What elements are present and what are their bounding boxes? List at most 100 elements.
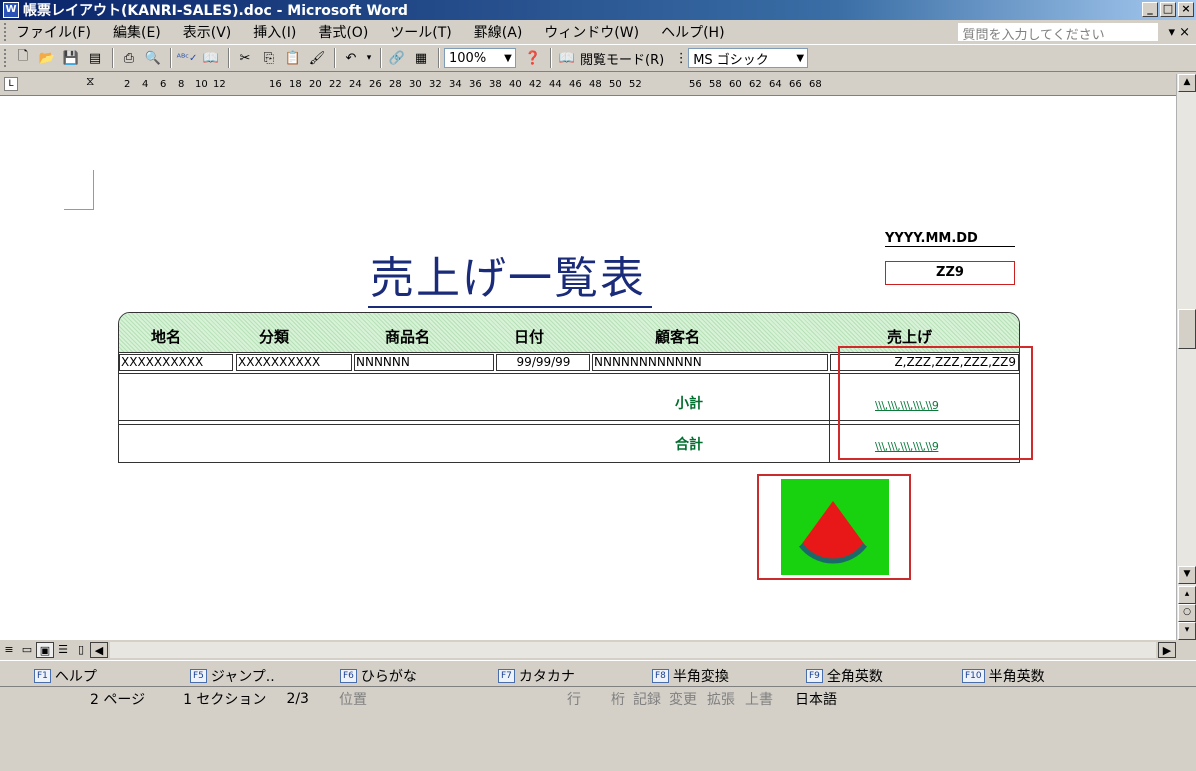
hyperlink-icon[interactable]: 🔗 — [386, 47, 408, 69]
vertical-scrollbar[interactable]: ▲ ▼ ▴ ○ ▾ — [1176, 74, 1196, 640]
function-key-badge: F1 — [34, 669, 51, 683]
scroll-left-button[interactable]: ◀ — [90, 642, 108, 658]
help-icon[interactable]: ❓ — [522, 47, 544, 69]
print-icon[interactable]: ⎙ — [118, 47, 140, 69]
browse-object-button[interactable]: ○ — [1178, 604, 1196, 622]
subtotal-label: 小計 — [675, 396, 703, 412]
function-key-f10[interactable]: F10 半角英数 — [962, 666, 1045, 686]
ruler-tick: 22 — [329, 79, 342, 90]
normal-view-icon[interactable]: ≡ — [0, 642, 18, 658]
menu-table[interactable]: 罫線(A) — [474, 22, 523, 42]
ruler-tick: 4 — [142, 79, 149, 90]
close-button[interactable]: × — [1178, 2, 1194, 17]
chevron-down-icon: ▼ — [796, 52, 805, 64]
outline-view-icon[interactable]: ☰ — [54, 642, 72, 658]
scroll-down-button[interactable]: ▼ — [1178, 566, 1196, 584]
print-layout-icon[interactable]: ▣ — [36, 642, 54, 658]
function-key-label: カタカナ — [518, 669, 575, 685]
reading-mode-icon[interactable]: 📖 — [556, 47, 578, 69]
tab-selector-icon[interactable]: L — [4, 77, 18, 91]
toolbar-grip[interactable] — [4, 23, 10, 41]
new-document-icon[interactable]: 🗋 — [12, 47, 34, 69]
function-key-f9[interactable]: F9 全角英数 — [806, 666, 883, 686]
toolbar-grip[interactable] — [4, 49, 8, 67]
status-position: 位置 — [338, 691, 367, 708]
ruler-tick: 6 — [160, 79, 167, 90]
toolbar-separator — [550, 48, 552, 68]
reading-mode-button[interactable]: 閲覧モード(R) — [580, 49, 664, 68]
undo-icon[interactable]: ↶ — [340, 47, 362, 69]
ruler-tick: 48 — [589, 79, 602, 90]
function-key-bar: F1 ヘルプ F5 ジャンプ.. F6 ひらがな F7 カタカナ F8 半角変換 F9 全角英数 F10… — [0, 660, 1196, 686]
cut-icon[interactable]: ✂ — [234, 47, 256, 69]
function-key-f8[interactable]: F8 半角変換 — [652, 666, 729, 686]
previous-page-button[interactable]: ▴ — [1178, 586, 1196, 604]
ruler-tick: 20 — [309, 79, 322, 90]
document-page[interactable]: 売上げ一覧表 YYYY.MM.DD ZZ9 地名 分類 商品名 日付 顧客名 売… — [0, 96, 1176, 640]
font-value: MS ゴシック — [693, 52, 769, 68]
zoom-value: 100% — [449, 50, 487, 66]
cell-customer: NNNNNNNNNNNN — [592, 354, 828, 371]
research-icon[interactable]: 📖 — [200, 47, 222, 69]
menu-view[interactable]: 表示(V) — [183, 22, 232, 42]
status-section: 1 セクション — [183, 691, 267, 708]
menu-help[interactable]: ヘルプ(H) — [661, 22, 724, 42]
menu-format[interactable]: 書式(O) — [318, 22, 368, 42]
menu-window[interactable]: ウィンドウ(W) — [544, 22, 639, 42]
function-key-badge: F8 — [652, 669, 669, 683]
zoom-select[interactable]: 100% ▼ — [444, 48, 516, 68]
status-ovr[interactable]: 上書 — [745, 689, 773, 709]
header-date: 日付 — [514, 328, 545, 346]
sales-column-highlight — [838, 346, 1033, 460]
next-page-button[interactable]: ▾ — [1178, 622, 1196, 640]
table-icon[interactable]: ▦ — [410, 47, 432, 69]
header-product: 商品名 — [385, 328, 431, 346]
font-select[interactable]: MS ゴシック ▼ — [688, 48, 809, 68]
spelling-icon[interactable]: ᴬᴮᶜ✓ — [176, 47, 198, 69]
pie-image[interactable] — [757, 474, 911, 580]
horizontal-ruler[interactable]: L ⧖ 2 4 6 8 10 12 16 18 20 22 24 26 28 30 32 34 36 38 40 42… — [0, 74, 1176, 96]
scroll-thumb[interactable] — [1178, 309, 1196, 349]
ruler-tick: 36 — [469, 79, 482, 90]
undo-dropdown-icon[interactable]: ▾ — [364, 47, 374, 69]
function-key-f1[interactable]: F1 ヘルプ — [34, 666, 97, 686]
copy-icon[interactable]: ⎘ — [258, 47, 280, 69]
word-icon: W — [3, 2, 19, 18]
function-key-label: 全角英数 — [826, 669, 883, 685]
permission-icon[interactable]: ▤ — [84, 47, 106, 69]
divider — [829, 373, 830, 462]
function-key-f6[interactable]: F6 ひらがな — [340, 666, 417, 686]
paste-icon[interactable]: 📋 — [282, 47, 304, 69]
status-ext[interactable]: 拡張 — [707, 689, 735, 709]
print-preview-icon[interactable]: 🔍 — [142, 47, 164, 69]
help-question-input[interactable]: 質問を入力してください — [958, 23, 1159, 43]
close-document-icon[interactable]: ▾ × — [1168, 25, 1190, 40]
window-controls: _ □ × — [1142, 2, 1194, 17]
web-view-icon[interactable]: ▭ — [18, 642, 36, 658]
status-rec[interactable]: 記録 — [633, 689, 661, 709]
indent-marker-icon[interactable]: ⧖ — [86, 74, 94, 89]
scroll-track[interactable] — [110, 642, 1156, 658]
open-folder-icon[interactable]: 📂 — [36, 47, 58, 69]
status-trk[interactable]: 変更 — [669, 689, 697, 709]
maximize-button[interactable]: □ — [1160, 2, 1176, 17]
toolbar-options-icon[interactable]: ⋮ — [675, 47, 688, 69]
menu-file[interactable]: ファイル(F) — [16, 22, 91, 42]
ruler-tick: 64 — [769, 79, 782, 90]
menu-edit[interactable]: 編集(E) — [113, 22, 161, 42]
save-icon[interactable]: 💾 — [60, 47, 82, 69]
menu-tools[interactable]: ツール(T) — [390, 22, 451, 42]
header-sales: 売上げ — [887, 328, 933, 346]
status-page: 2 ページ — [90, 691, 146, 708]
horizontal-scrollbar[interactable]: ≡ ▭ ▣ ☰ ▯ ◀ ▶ — [0, 640, 1176, 660]
function-key-f7[interactable]: F7 カタカナ — [498, 666, 575, 686]
menu-insert[interactable]: 挿入(I) — [253, 22, 296, 42]
ruler-tick: 2 — [124, 79, 131, 90]
function-key-badge: F6 — [340, 669, 357, 683]
reading-view-icon[interactable]: ▯ — [72, 642, 90, 658]
function-key-f5[interactable]: F5 ジャンプ.. — [190, 666, 275, 686]
format-painter-icon[interactable]: 🖌 — [306, 47, 328, 69]
minimize-button[interactable]: _ — [1142, 2, 1158, 17]
scroll-right-button[interactable]: ▶ — [1158, 642, 1176, 658]
scroll-up-button[interactable]: ▲ — [1178, 74, 1196, 92]
